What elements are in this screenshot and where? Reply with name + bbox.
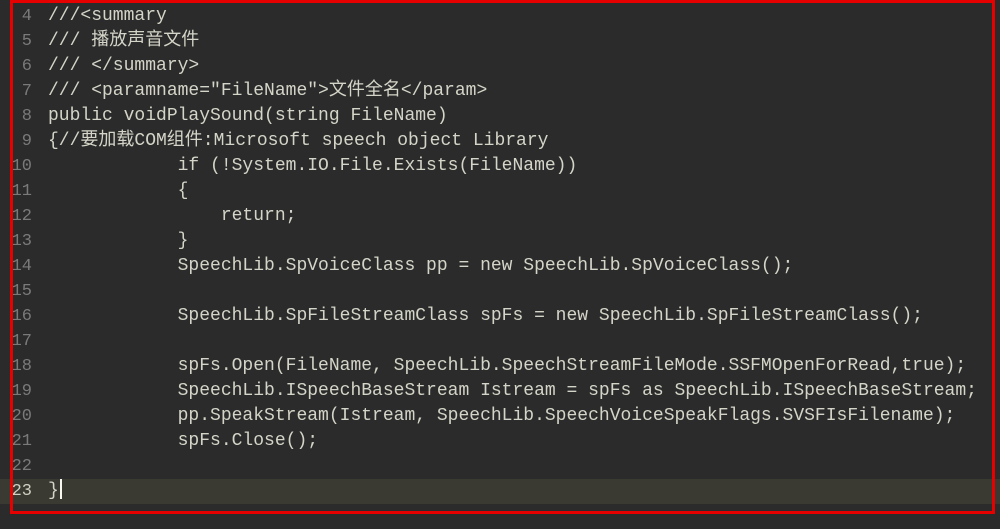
code-line[interactable]: 9{//要加载COM组件:Microsoft speech object Lib… [0, 129, 1000, 154]
line-number: 15 [0, 279, 34, 304]
code-line[interactable]: 21 spFs.Close(); [0, 429, 1000, 454]
code-line[interactable]: 16 SpeechLib.SpFileStreamClass spFs = ne… [0, 304, 1000, 329]
line-number: 7 [0, 79, 34, 104]
line-number: 17 [0, 329, 34, 354]
code-line[interactable]: 4///<summary [0, 4, 1000, 29]
line-number: 18 [0, 354, 34, 379]
line-number: 21 [0, 429, 34, 454]
code-text[interactable]: if (!System.IO.File.Exists(FileName)) [34, 154, 1000, 179]
code-text[interactable]: SpeechLib.SpVoiceClass pp = new SpeechLi… [34, 254, 1000, 279]
code-text[interactable]: } [34, 479, 1000, 504]
code-text[interactable]: SpeechLib.ISpeechBaseStream Istream = sp… [34, 379, 1000, 404]
code-text[interactable] [34, 454, 1000, 479]
line-number: 11 [0, 179, 34, 204]
code-line[interactable]: 10 if (!System.IO.File.Exists(FileName)) [0, 154, 1000, 179]
code-line[interactable]: 18 spFs.Open(FileName, SpeechLib.SpeechS… [0, 354, 1000, 379]
line-number: 16 [0, 304, 34, 329]
code-line[interactable]: 11 { [0, 179, 1000, 204]
code-text[interactable]: /// </summary> [34, 54, 1000, 79]
code-line[interactable]: 17 [0, 329, 1000, 354]
line-number: 9 [0, 129, 34, 154]
code-text[interactable]: /// 播放声音文件 [34, 29, 1000, 54]
line-number: 4 [0, 4, 34, 29]
code-line[interactable]: 7/// <paramname="FileName">文件全名</param> [0, 79, 1000, 104]
line-number: 19 [0, 379, 34, 404]
code-text[interactable]: /// <paramname="FileName">文件全名</param> [34, 79, 1000, 104]
code-line[interactable]: 5/// 播放声音文件 [0, 29, 1000, 54]
code-line[interactable]: 22 [0, 454, 1000, 479]
line-number: 23 [0, 479, 34, 504]
line-number: 10 [0, 154, 34, 179]
code-lines-container: 4///<summary5/// 播放声音文件6/// </summary>7/… [0, 0, 1000, 504]
line-number: 14 [0, 254, 34, 279]
code-text[interactable]: return; [34, 204, 1000, 229]
code-line[interactable]: 14 SpeechLib.SpVoiceClass pp = new Speec… [0, 254, 1000, 279]
line-number: 20 [0, 404, 34, 429]
code-text[interactable]: spFs.Close(); [34, 429, 1000, 454]
code-text[interactable] [34, 329, 1000, 354]
code-text[interactable]: public voidPlaySound(string FileName) [34, 104, 1000, 129]
code-text[interactable]: { [34, 179, 1000, 204]
text-cursor [60, 479, 62, 499]
line-number: 22 [0, 454, 34, 479]
line-number: 6 [0, 54, 34, 79]
code-line[interactable]: 12 return; [0, 204, 1000, 229]
code-text[interactable]: } [34, 229, 1000, 254]
line-number: 5 [0, 29, 34, 54]
code-line[interactable]: 8public voidPlaySound(string FileName) [0, 104, 1000, 129]
code-line[interactable]: 23} [0, 479, 1000, 504]
code-text[interactable]: SpeechLib.SpFileStreamClass spFs = new S… [34, 304, 1000, 329]
code-text[interactable]: pp.SpeakStream(Istream, SpeechLib.Speech… [34, 404, 1000, 429]
line-number: 13 [0, 229, 34, 254]
code-editor[interactable]: 4///<summary5/// 播放声音文件6/// </summary>7/… [0, 0, 1000, 529]
code-text[interactable]: {//要加载COM组件:Microsoft speech object Libr… [34, 129, 1000, 154]
code-text[interactable] [34, 279, 1000, 304]
code-line[interactable]: 20 pp.SpeakStream(Istream, SpeechLib.Spe… [0, 404, 1000, 429]
line-number: 12 [0, 204, 34, 229]
code-text[interactable]: spFs.Open(FileName, SpeechLib.SpeechStre… [34, 354, 1000, 379]
code-line[interactable]: 15 [0, 279, 1000, 304]
code-line[interactable]: 19 SpeechLib.ISpeechBaseStream Istream =… [0, 379, 1000, 404]
code-text[interactable]: ///<summary [34, 4, 1000, 29]
line-number: 8 [0, 104, 34, 129]
code-line[interactable]: 6/// </summary> [0, 54, 1000, 79]
code-line[interactable]: 13 } [0, 229, 1000, 254]
